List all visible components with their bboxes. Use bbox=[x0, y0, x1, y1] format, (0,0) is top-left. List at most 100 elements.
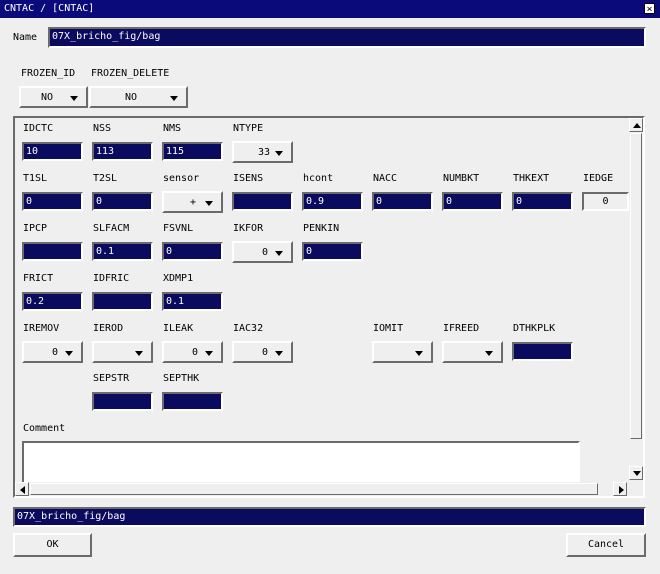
label-nacc: NACC bbox=[373, 173, 398, 184]
septhk-input[interactable] bbox=[162, 392, 223, 411]
close-icon[interactable]: × bbox=[644, 3, 655, 15]
ileak-value: 0 bbox=[192, 347, 199, 358]
slfacm-input[interactable]: 0.1 bbox=[92, 242, 153, 261]
penkin-input[interactable]: 0 bbox=[302, 242, 363, 261]
isens-input[interactable] bbox=[232, 192, 293, 211]
frozen-id-value: NO bbox=[41, 92, 54, 103]
horizontal-scroll-thumb[interactable] bbox=[30, 483, 598, 495]
ifreed-dropdown[interactable] bbox=[442, 341, 503, 363]
thkext-input[interactable]: 0 bbox=[512, 192, 573, 211]
frict-input[interactable]: 0.2 bbox=[22, 292, 83, 311]
chevron-down-icon bbox=[65, 351, 73, 356]
label-ikfor: IKFOR bbox=[233, 223, 264, 234]
iremov-value: 0 bbox=[52, 347, 59, 358]
label-isens: ISENS bbox=[233, 173, 264, 184]
chevron-down-icon bbox=[205, 201, 213, 206]
ikfor-value: 0 bbox=[262, 247, 269, 258]
sensor-value: + bbox=[190, 197, 197, 208]
status-bar: 07X_bricho_fig/bag bbox=[13, 507, 646, 527]
chevron-down-icon bbox=[275, 251, 283, 256]
frozen-delete-value: NO bbox=[125, 92, 138, 103]
iac32-dropdown[interactable]: 0 bbox=[232, 341, 293, 363]
iac32-value: 0 bbox=[262, 347, 269, 358]
vertical-scroll-thumb[interactable] bbox=[630, 133, 642, 439]
label-hcont: hcont bbox=[303, 173, 334, 184]
dthkplk-input[interactable] bbox=[512, 342, 573, 361]
sensor-dropdown[interactable]: + bbox=[162, 191, 223, 213]
label-sepstr: SEPSTR bbox=[93, 373, 130, 384]
label-t2sl: T2SL bbox=[93, 173, 118, 184]
scroll-down-button[interactable] bbox=[629, 466, 643, 480]
scroll-right-button[interactable] bbox=[613, 482, 627, 496]
label-iedge: IEDGE bbox=[583, 173, 614, 184]
iremov-dropdown[interactable]: 0 bbox=[22, 341, 83, 363]
label-penkin: PENKIN bbox=[303, 223, 340, 234]
numbkt-input[interactable]: 0 bbox=[442, 192, 503, 211]
scroll-left-button[interactable] bbox=[15, 482, 29, 496]
ntype-value: 33 bbox=[258, 147, 271, 158]
label-comment: Comment bbox=[23, 423, 66, 434]
ntype-dropdown[interactable]: 33 bbox=[232, 141, 293, 163]
label-thkext: THKEXT bbox=[513, 173, 550, 184]
nss-input[interactable]: 113 bbox=[92, 142, 153, 161]
name-input[interactable]: 07X_bricho_fig/bag bbox=[48, 27, 646, 48]
idfric-input[interactable] bbox=[92, 292, 153, 311]
frozen-id-dropdown[interactable]: NO bbox=[19, 86, 88, 108]
label-nms: NMS bbox=[163, 123, 182, 134]
idctc-input[interactable]: 10 bbox=[22, 142, 83, 161]
label-ierod: IEROD bbox=[93, 323, 124, 334]
title-bar: CNTAC / [CNTAC] bbox=[0, 0, 660, 18]
label-iremov: IREMOV bbox=[23, 323, 60, 334]
label-sensor: sensor bbox=[163, 173, 200, 184]
label-slfacm: SLFACM bbox=[93, 223, 130, 234]
cancel-button[interactable]: Cancel bbox=[566, 533, 646, 557]
ierod-dropdown[interactable] bbox=[92, 341, 153, 363]
label-xdmp1: XDMP1 bbox=[163, 273, 194, 284]
chevron-down-icon bbox=[275, 351, 283, 356]
scroll-up-button[interactable] bbox=[629, 118, 643, 132]
label-t1sl: T1SL bbox=[23, 173, 48, 184]
frozen-delete-label: FROZEN_DELETE bbox=[91, 68, 170, 79]
frozen-id-label: FROZEN_ID bbox=[21, 68, 76, 79]
chevron-down-icon bbox=[170, 96, 178, 101]
hcont-input[interactable]: 0.9 bbox=[302, 192, 363, 211]
nms-input[interactable]: 115 bbox=[162, 142, 223, 161]
label-iac32: IAC32 bbox=[233, 323, 264, 334]
chevron-down-icon bbox=[485, 351, 493, 356]
label-dthkplk: DTHKPLK bbox=[513, 323, 556, 334]
label-numbkt: NUMBKT bbox=[443, 173, 480, 184]
xdmp1-input[interactable]: 0.1 bbox=[162, 292, 223, 311]
sepstr-input[interactable] bbox=[92, 392, 153, 411]
frozen-delete-dropdown[interactable]: NO bbox=[89, 86, 188, 108]
chevron-down-icon bbox=[415, 351, 423, 356]
ikfor-dropdown[interactable]: 0 bbox=[232, 241, 293, 263]
ipcp-input[interactable] bbox=[22, 242, 83, 261]
ok-button[interactable]: OK bbox=[13, 533, 92, 557]
chevron-down-icon bbox=[205, 351, 213, 356]
label-ileak: ILEAK bbox=[163, 323, 194, 334]
label-idctc: IDCTC bbox=[23, 123, 54, 134]
iedge-input[interactable]: 0 bbox=[582, 192, 629, 211]
label-ipcp: IPCP bbox=[23, 223, 48, 234]
fsvnl-input[interactable]: 0 bbox=[162, 242, 223, 261]
label-frict: FRICT bbox=[23, 273, 54, 284]
arrow-left-icon bbox=[20, 486, 25, 494]
chevron-down-icon bbox=[135, 351, 143, 356]
comment-textarea[interactable] bbox=[22, 441, 580, 484]
label-nss: NSS bbox=[93, 123, 112, 134]
arrow-right-icon bbox=[619, 486, 624, 494]
nacc-input[interactable]: 0 bbox=[372, 192, 433, 211]
chevron-down-icon bbox=[275, 151, 283, 156]
t2sl-input[interactable]: 0 bbox=[92, 192, 153, 211]
t1sl-input[interactable]: 0 bbox=[22, 192, 83, 211]
label-iomit: IOMIT bbox=[373, 323, 404, 334]
ileak-dropdown[interactable]: 0 bbox=[162, 341, 223, 363]
label-ntype: NTYPE bbox=[233, 123, 264, 134]
label-septhk: SEPTHK bbox=[163, 373, 200, 384]
label-fsvnl: FSVNL bbox=[163, 223, 194, 234]
name-label: Name bbox=[13, 32, 38, 43]
label-idfric: IDFRIC bbox=[93, 273, 130, 284]
window-title: CNTAC / [CNTAC] bbox=[4, 3, 95, 14]
arrow-down-icon bbox=[633, 471, 641, 476]
iomit-dropdown[interactable] bbox=[372, 341, 433, 363]
